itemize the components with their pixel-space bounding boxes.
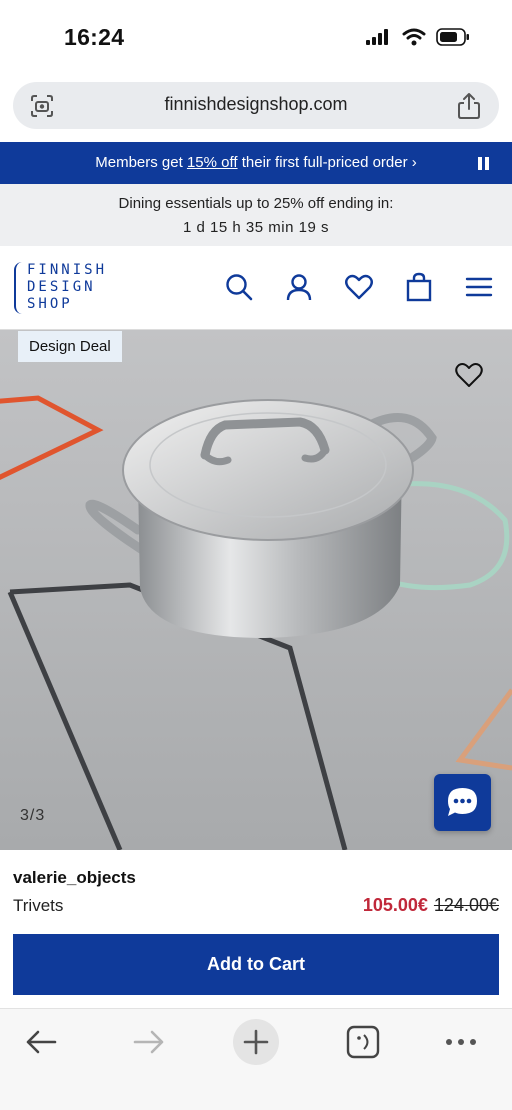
logo-line-3: SHOP <box>27 296 73 312</box>
pause-icon[interactable] <box>478 157 490 170</box>
countdown-timer: 1 d 15 h 35 min 19 s <box>183 219 329 236</box>
status-time: 16:24 <box>64 24 125 50</box>
status-bar: 16:24 <box>0 0 512 76</box>
search-icon[interactable] <box>224 272 254 302</box>
logo-line-1: FINNISH <box>27 262 108 278</box>
promo-banner[interactable]: Members get 15% off their first full-pri… <box>0 142 512 184</box>
price-block: 105.00€ 124.00€ <box>363 895 499 916</box>
wifi-icon <box>402 28 426 46</box>
sale-price: 105.00€ <box>362 895 428 915</box>
chat-button[interactable] <box>434 774 491 831</box>
tabs-icon[interactable] <box>340 1019 386 1065</box>
more-dots-icon[interactable] <box>438 1019 484 1065</box>
favorite-heart-icon[interactable] <box>454 360 484 390</box>
forward-arrow-icon[interactable] <box>126 1019 172 1065</box>
countdown-banner: Dining essentials up to 25% off ending i… <box>0 184 512 246</box>
logo-line-2: DESIGN <box>27 279 96 295</box>
url-text: finnishdesignshop.com <box>164 94 348 114</box>
account-icon[interactable] <box>284 272 314 302</box>
site-logo[interactable]: FINNISH DESIGN SHOP <box>14 262 104 314</box>
promo-link[interactable]: 15% off <box>187 154 238 171</box>
new-tab-plus-icon[interactable] <box>233 1019 279 1065</box>
deal-badge: Design Deal <box>18 331 122 362</box>
heart-icon[interactable] <box>344 272 374 302</box>
site-header: FINNISH DESIGN SHOP <box>0 246 512 330</box>
header-actions <box>224 272 494 302</box>
image-counter: 3/3 <box>20 807 46 824</box>
signal-icon <box>366 29 388 45</box>
add-to-cart-button[interactable]: Add to Cart <box>13 934 499 995</box>
product-brand[interactable]: valerie_objects <box>13 868 136 888</box>
product-photo <box>0 330 512 850</box>
original-price: 124.00€ <box>433 895 499 915</box>
bag-icon[interactable] <box>404 272 434 302</box>
promo-prefix: Members get <box>95 154 187 171</box>
countdown-title: Dining essentials up to 25% off ending i… <box>118 195 394 212</box>
product-image[interactable]: Design Deal 3/3 <box>0 330 512 850</box>
product-name: Trivets <box>13 896 64 915</box>
browser-toolbar <box>0 1008 512 1110</box>
menu-icon[interactable] <box>464 272 494 302</box>
battery-icon <box>436 28 469 46</box>
promo-suffix: their first full-priced order › <box>237 154 417 171</box>
address-bar[interactable]: finnishdesignshop.com <box>13 82 499 129</box>
logo-text: FINNISH DESIGN SHOP <box>27 262 107 313</box>
status-icons <box>366 28 470 46</box>
chat-icon <box>448 788 477 816</box>
back-arrow-icon[interactable] <box>18 1019 64 1065</box>
promo-text[interactable]: Members get 15% off their first full-pri… <box>0 154 512 171</box>
share-icon[interactable] <box>457 92 481 125</box>
logo-bracket <box>14 262 22 314</box>
